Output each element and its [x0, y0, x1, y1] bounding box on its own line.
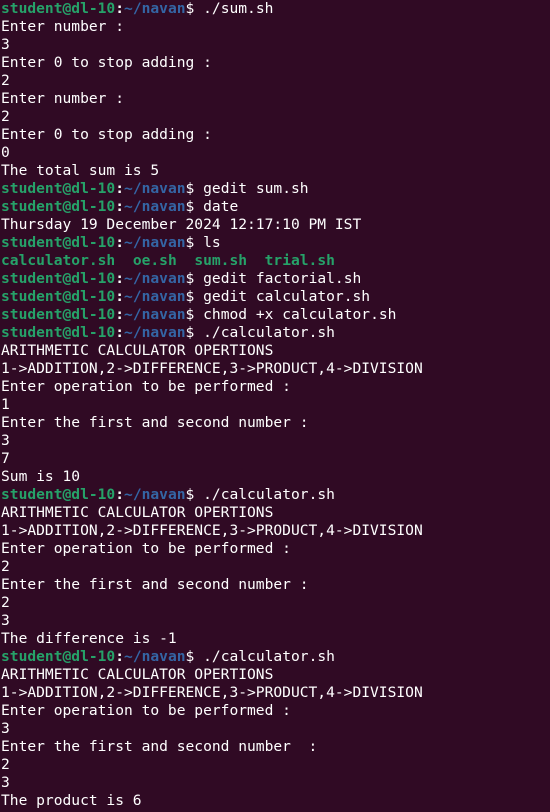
ls-output-line: calculator.sh oe.sh sum.sh trial.sh — [1, 252, 550, 270]
prompt-user: student@dl-10 — [1, 324, 116, 341]
command-text: ./sum.sh — [194, 0, 274, 17]
output-line: 3 — [1, 36, 10, 53]
output-line: 3 — [1, 612, 10, 629]
ls-file-entry: calculator.sh — [1, 252, 116, 269]
output-line: The total sum is 5 — [1, 162, 160, 179]
prompt-user: student@dl-10 — [1, 486, 116, 503]
prompt-path: ~/navan — [124, 198, 186, 215]
prompt-line: student@dl-10:~/navan$ ./calculator.sh — [1, 648, 550, 666]
prompt-line: student@dl-10:~/navan$ gedit calculator.… — [1, 288, 550, 306]
prompt-line: student@dl-10:~/navan$ gedit sum.sh — [1, 180, 550, 198]
prompt-colon: : — [115, 324, 125, 341]
output-line: 0 — [1, 144, 10, 161]
output-line: Enter the first and second number : — [1, 738, 318, 755]
prompt-path: ~/navan — [124, 234, 186, 251]
output-line: 2 — [1, 558, 10, 575]
prompt-user: student@dl-10 — [1, 198, 116, 215]
prompt-colon: : — [115, 288, 125, 305]
prompt-path: ~/navan — [124, 648, 186, 665]
prompt-colon: : — [115, 180, 125, 197]
output-line: 1 — [1, 396, 10, 413]
prompt-line: student@dl-10:~/navan$ date — [1, 198, 550, 216]
command-text: date — [194, 198, 239, 215]
prompt-path: ~/navan — [124, 324, 186, 341]
command-text: gedit sum.sh — [194, 180, 309, 197]
command-text: ./calculator.sh — [194, 648, 335, 665]
output-line: The product is 6 — [1, 792, 142, 809]
prompt-line: student@dl-10:~/navan$ ls — [1, 234, 550, 252]
output-line: 2 — [1, 108, 10, 125]
prompt-line: student@dl-10:~/navan$ ./sum.sh — [1, 0, 550, 18]
output-line: Enter operation to be performed : — [1, 540, 291, 557]
command-text: gedit calculator.sh — [194, 288, 371, 305]
command-text: ./calculator.sh — [194, 324, 335, 341]
output-line: Enter the first and second number : — [1, 414, 309, 431]
prompt-colon: : — [115, 270, 125, 287]
output-line: Enter 0 to stop adding : — [1, 126, 212, 143]
output-line: ARITHMETIC CALCULATOR OPERTIONS — [1, 342, 274, 359]
prompt-line: student@dl-10:~/navan$ ./calculator.sh — [1, 324, 550, 342]
output-line: Sum is 10 — [1, 468, 81, 485]
output-line: Enter operation to be performed : — [1, 702, 291, 719]
output-line: 2 — [1, 756, 10, 773]
prompt-user: student@dl-10 — [1, 234, 116, 251]
prompt-path: ~/navan — [124, 288, 186, 305]
output-line: Enter number : — [1, 90, 125, 107]
prompt-user: student@dl-10 — [1, 0, 116, 17]
prompt-user: student@dl-10 — [1, 648, 116, 665]
terminal-window[interactable]: student@dl-10:~/navan$ ./sum.sh Enter num… — [0, 0, 550, 812]
output-line: Thursday 19 December 2024 12:17:10 PM IS… — [1, 216, 362, 233]
output-line: 3 — [1, 774, 10, 791]
prompt-user: student@dl-10 — [1, 180, 116, 197]
ls-file-entry: sum.sh — [194, 252, 248, 269]
ls-file-entry: trial.sh — [264, 252, 335, 269]
prompt-user: student@dl-10 — [1, 306, 116, 323]
command-text: ./calculator.sh — [194, 486, 335, 503]
prompt-path: ~/navan — [124, 486, 186, 503]
output-line: ARITHMETIC CALCULATOR OPERTIONS — [1, 666, 274, 683]
prompt-line: student@dl-10:~/navan$ ./calculator.sh — [1, 486, 550, 504]
output-line: 2 — [1, 594, 10, 611]
prompt-path: ~/navan — [124, 180, 186, 197]
output-line: The difference is -1 — [1, 630, 177, 647]
prompt-colon: : — [115, 198, 125, 215]
ls-file-entry: oe.sh — [132, 252, 177, 269]
prompt-path: ~/navan — [124, 0, 186, 17]
prompt-line: student@dl-10:~/navan$ gedit factorial.s… — [1, 270, 550, 288]
prompt-colon: : — [115, 648, 125, 665]
prompt-line: student@dl-10:~/navan$ chmod +x calculat… — [1, 306, 550, 324]
output-line: 1->ADDITION,2->DIFFERENCE,3->PRODUCT,4->… — [1, 522, 423, 539]
prompt-colon: : — [115, 0, 125, 17]
prompt-path: ~/navan — [124, 306, 186, 323]
prompt-user: student@dl-10 — [1, 288, 116, 305]
prompt-user: student@dl-10 — [1, 270, 116, 287]
prompt-colon: : — [115, 234, 125, 251]
output-line: 3 — [1, 720, 10, 737]
prompt-path: ~/navan — [124, 270, 186, 287]
prompt-colon: : — [115, 486, 125, 503]
command-text: chmod +x calculator.sh — [194, 306, 397, 323]
output-line: Enter the first and second number : — [1, 576, 309, 593]
output-line: 3 — [1, 432, 10, 449]
output-line: 1->ADDITION,2->DIFFERENCE,3->PRODUCT,4->… — [1, 684, 423, 701]
output-line: Enter 0 to stop adding : — [1, 54, 212, 71]
output-line: Enter operation to be performed : — [1, 378, 291, 395]
output-line: Enter number : — [1, 18, 125, 35]
output-line: 1->ADDITION,2->DIFFERENCE,3->PRODUCT,4->… — [1, 360, 423, 377]
output-line: ARITHMETIC CALCULATOR OPERTIONS — [1, 504, 274, 521]
command-text: gedit factorial.sh — [194, 270, 362, 287]
output-line: 2 — [1, 72, 10, 89]
prompt-colon: : — [115, 306, 125, 323]
output-line: 7 — [1, 450, 10, 467]
command-text: ls — [194, 234, 221, 251]
